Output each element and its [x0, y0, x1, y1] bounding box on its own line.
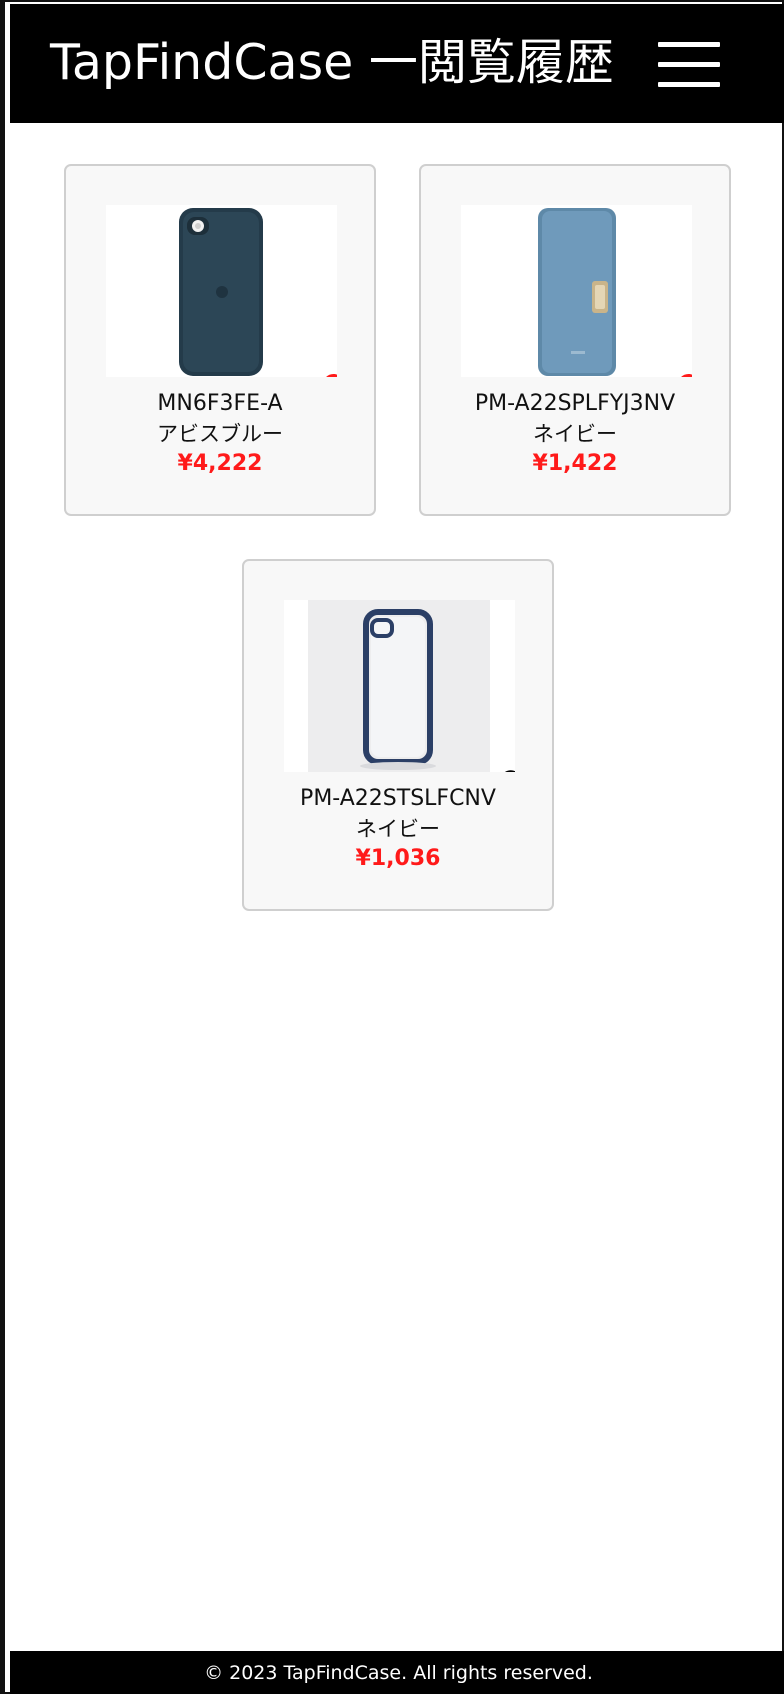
app-frame: TapFindCase 一閲覧履歴 MN6F3FE-A アビスブルー ¥4,22…	[0, 0, 784, 1694]
copyright-text: © 2023 TapFindCase. All rights reserved.	[204, 1662, 593, 1684]
product-image[interactable]	[284, 600, 515, 772]
product-card[interactable]: PM-A22SPLFYJ3NV ネイビー ¥1,422	[419, 164, 731, 516]
menu-bar	[658, 82, 720, 87]
favorite-heart-icon[interactable]	[676, 372, 692, 377]
product-image[interactable]	[106, 205, 337, 377]
product-model: MN6F3FE-A	[157, 391, 283, 416]
page-title: TapFindCase 一閲覧履歴	[50, 34, 614, 91]
hamburger-menu-icon[interactable]	[658, 40, 724, 88]
app-footer: © 2023 TapFindCase. All rights reserved.	[10, 1651, 784, 1694]
product-model: PM-A22SPLFYJ3NV	[474, 391, 676, 416]
product-price: ¥1,036	[355, 846, 441, 871]
product-price: ¥1,422	[532, 451, 618, 476]
app-header: TapFindCase 一閲覧履歴	[10, 4, 784, 123]
favorite-heart-icon[interactable]	[321, 372, 337, 377]
product-color: ネイビー	[533, 422, 617, 446]
product-image[interactable]	[461, 205, 692, 377]
product-price: ¥4,222	[177, 451, 263, 476]
product-color: アビスブルー	[157, 422, 283, 446]
product-card[interactable]: PM-A22STSLFCNV ネイビー ¥1,036	[242, 559, 554, 911]
product-card[interactable]: MN6F3FE-A アビスブルー ¥4,222	[64, 164, 376, 516]
favorite-heart-outline-icon[interactable]	[498, 768, 515, 772]
product-color: ネイビー	[356, 817, 440, 841]
product-model: PM-A22STSLFCNV	[300, 786, 496, 811]
phone-case-clear-bumper-image	[360, 609, 436, 770]
phone-case-silicone-image	[179, 208, 263, 376]
menu-bar	[658, 42, 720, 47]
phone-case-folio-image	[538, 208, 616, 376]
menu-bar	[658, 62, 720, 67]
